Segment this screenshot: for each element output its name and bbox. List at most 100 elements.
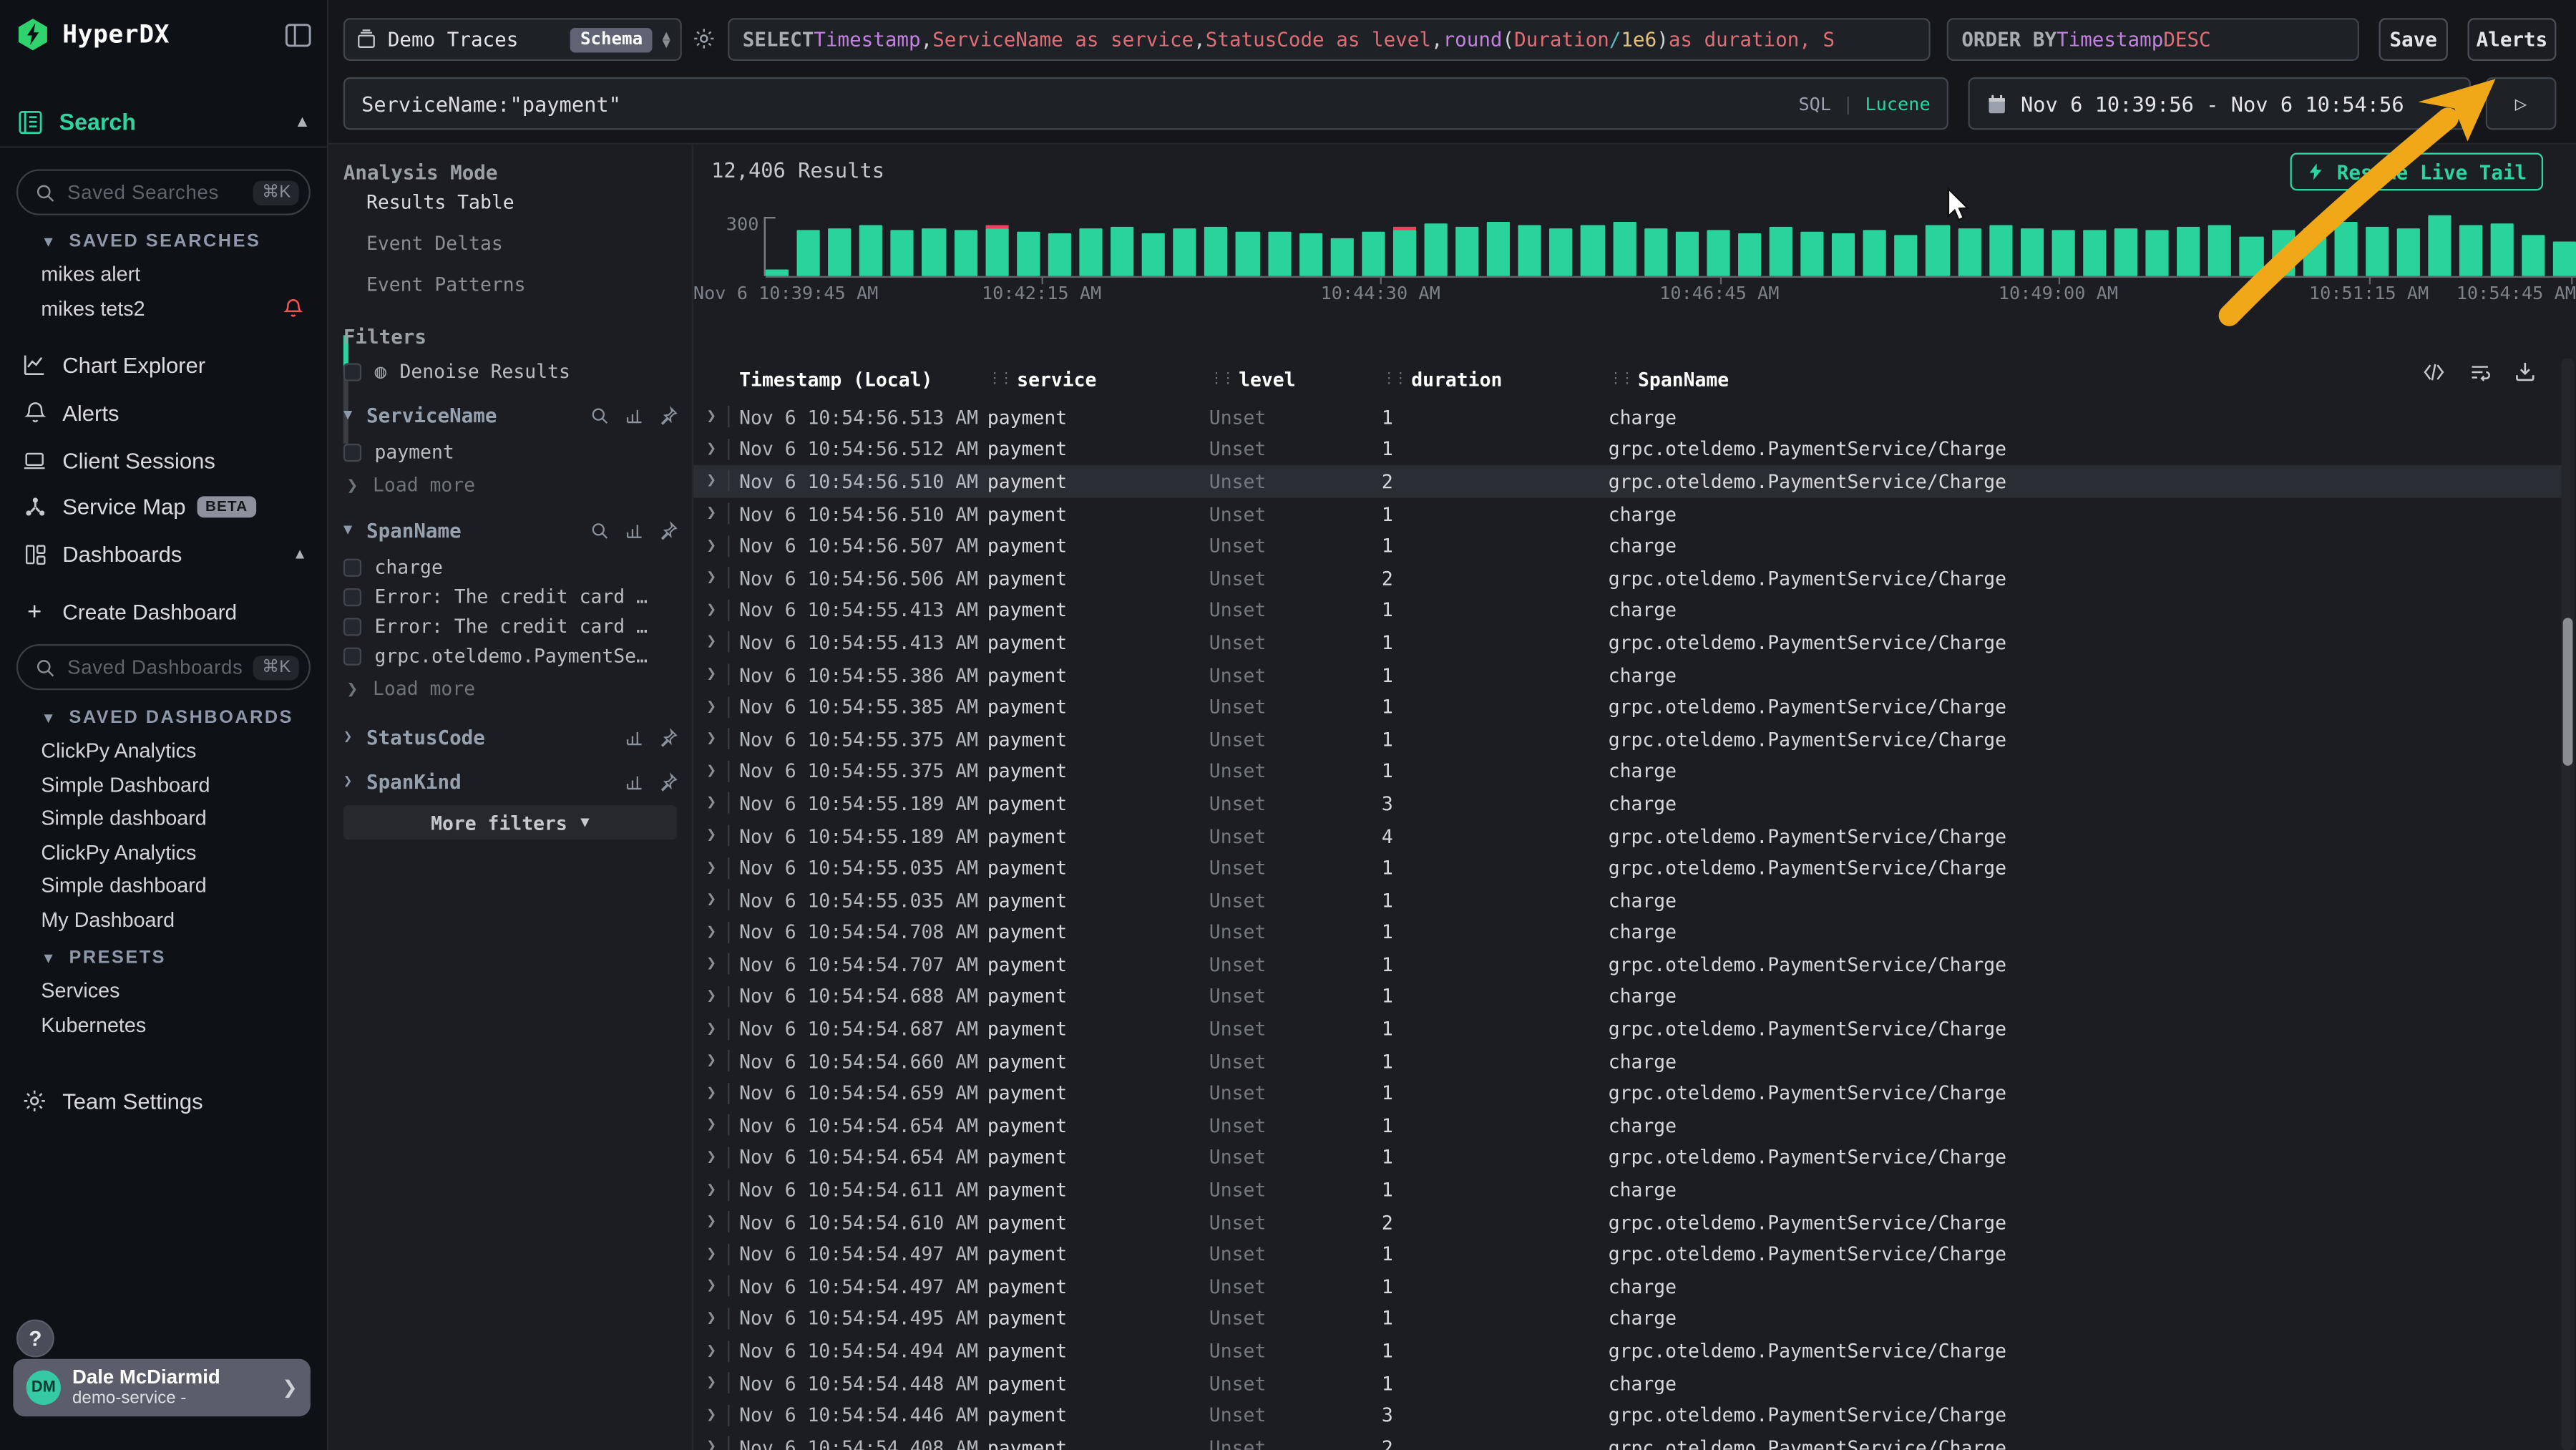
filter-group-spanname[interactable]: ▼SpanName xyxy=(343,520,678,542)
expand-row-icon[interactable]: ❯ xyxy=(706,890,729,911)
histogram-bar[interactable] xyxy=(1613,222,1636,276)
source-select[interactable]: Demo Traces Schema ▲▼ xyxy=(343,18,682,61)
language-lucene-option[interactable]: Lucene xyxy=(1865,93,1930,115)
histogram-bar[interactable] xyxy=(2271,230,2294,276)
alerts-button[interactable]: Alerts xyxy=(2467,18,2556,61)
table-row[interactable]: ❯Nov 6 10:54:56.513 AMpaymentUnset1charg… xyxy=(693,401,2566,433)
histogram-bar[interactable] xyxy=(2020,228,2043,276)
presets-section[interactable]: ▼ PRESETS xyxy=(41,948,166,968)
table-row[interactable]: ❯Nov 6 10:54:55.385 AMpaymentUnset1grpc.… xyxy=(693,691,2566,723)
saved-dashboard-item[interactable]: My Dashboard xyxy=(0,903,327,937)
histogram-bar[interactable] xyxy=(1863,230,1886,276)
histogram-bar[interactable] xyxy=(1832,233,1855,276)
table-row[interactable]: ❯Nov 6 10:54:54.446 AMpaymentUnset3grpc.… xyxy=(693,1399,2566,1431)
sidebar-item-alerts[interactable]: Alerts xyxy=(0,393,327,432)
help-button[interactable]: ? xyxy=(16,1320,54,1358)
saved-search-item[interactable]: mikes tets2 xyxy=(0,292,327,326)
search-icon[interactable] xyxy=(590,521,610,541)
filter-group-servicename[interactable]: ▼ServiceName xyxy=(343,404,678,427)
histogram-bar[interactable] xyxy=(859,225,882,276)
histogram-bar[interactable] xyxy=(2051,230,2074,276)
histogram-bar[interactable] xyxy=(829,228,852,276)
expand-row-icon[interactable]: ❯ xyxy=(706,535,729,557)
expand-row-icon[interactable]: ❯ xyxy=(706,1308,729,1329)
denoise-checkbox[interactable] xyxy=(343,362,361,380)
expand-row-icon[interactable]: ❯ xyxy=(706,503,729,525)
sidebar-item-search[interactable]: Search ▲ xyxy=(16,102,311,141)
expand-row-icon[interactable]: ❯ xyxy=(706,632,729,653)
histogram-bar[interactable] xyxy=(1424,223,1447,276)
select-sql-input[interactable]: SELECT Timestamp, ServiceName as service… xyxy=(728,18,1931,61)
histogram-bar[interactable] xyxy=(1079,228,1102,276)
histogram-bar[interactable] xyxy=(1111,227,1133,276)
table-row[interactable]: ❯Nov 6 10:54:56.510 AMpaymentUnset1charg… xyxy=(693,497,2566,530)
histogram-bar[interactable] xyxy=(1738,233,1761,276)
expand-row-icon[interactable]: ❯ xyxy=(706,761,729,782)
user-menu[interactable]: DM Dale McDiarmid demo-service - ❯ xyxy=(13,1359,311,1416)
histogram-bar[interactable] xyxy=(1142,233,1165,276)
column-header-timestamp-local-[interactable]: Timestamp (Local) xyxy=(739,368,987,391)
table-row[interactable]: ❯Nov 6 10:54:54.660 AMpaymentUnset1charg… xyxy=(693,1045,2566,1077)
expand-row-icon[interactable]: ❯ xyxy=(706,1436,729,1450)
collapse-sidebar-icon[interactable] xyxy=(283,19,314,50)
column-header-duration[interactable]: ⋮⋮duration xyxy=(1382,368,1609,391)
chart-icon[interactable] xyxy=(624,406,644,426)
drag-handle-icon[interactable]: ⋮⋮ xyxy=(1382,371,1405,388)
histogram-bar[interactable] xyxy=(1801,232,1824,276)
filter-value-row[interactable]: Error: The credit card … xyxy=(343,585,678,608)
column-header-level[interactable]: ⋮⋮level xyxy=(1209,368,1382,391)
drag-handle-icon[interactable]: ⋮⋮ xyxy=(1609,371,1631,388)
histogram-bar[interactable] xyxy=(1770,227,1792,276)
drag-handle-icon[interactable]: ⋮⋮ xyxy=(987,371,1010,388)
expand-row-icon[interactable]: ❯ xyxy=(706,793,729,814)
expand-row-icon[interactable]: ❯ xyxy=(706,439,729,460)
table-row[interactable]: ❯Nov 6 10:54:54.495 AMpaymentUnset1charg… xyxy=(693,1303,2566,1335)
histogram-bar[interactable] xyxy=(2522,235,2545,276)
filter-value-row[interactable]: Error: The credit card … xyxy=(343,615,678,638)
saved-searches-input[interactable]: Saved Searches ⌘K xyxy=(16,169,311,215)
histogram-bar[interactable] xyxy=(1236,231,1259,276)
saved-dashboard-item[interactable]: Simple dashboard xyxy=(0,802,327,835)
table-row[interactable]: ❯Nov 6 10:54:54.611 AMpaymentUnset1charg… xyxy=(693,1174,2566,1206)
table-row[interactable]: ❯Nov 6 10:54:54.497 AMpaymentUnset1grpc.… xyxy=(693,1238,2566,1270)
table-row[interactable]: ❯Nov 6 10:54:54.654 AMpaymentUnset1grpc.… xyxy=(693,1142,2566,1174)
table-row[interactable]: ❯Nov 6 10:54:54.688 AMpaymentUnset1charg… xyxy=(693,981,2566,1013)
table-row[interactable]: ❯Nov 6 10:54:54.610 AMpaymentUnset2grpc.… xyxy=(693,1206,2566,1238)
expand-row-icon[interactable]: ❯ xyxy=(706,1082,729,1104)
expand-row-icon[interactable]: ❯ xyxy=(706,954,729,975)
drag-handle-icon[interactable]: ⋮⋮ xyxy=(1209,371,1232,388)
table-row[interactable]: ❯Nov 6 10:54:54.448 AMpaymentUnset1charg… xyxy=(693,1367,2566,1399)
histogram-bar[interactable] xyxy=(2208,225,2231,276)
preset-item[interactable]: Services xyxy=(0,974,327,1008)
histogram-bar[interactable] xyxy=(1518,225,1541,276)
saved-dashboard-item[interactable]: ClickPy Analytics xyxy=(0,734,327,768)
histogram-bar[interactable] xyxy=(1581,225,1604,276)
saved-search-item[interactable]: mikes alert xyxy=(0,258,327,291)
table-row[interactable]: ❯Nov 6 10:54:55.035 AMpaymentUnset1grpc.… xyxy=(693,852,2566,884)
histogram-bar[interactable] xyxy=(1330,238,1353,276)
table-row[interactable]: ❯Nov 6 10:54:56.506 AMpaymentUnset2grpc.… xyxy=(693,562,2566,594)
histogram-bar[interactable] xyxy=(2554,243,2576,276)
tab-results-table[interactable]: Results Table xyxy=(366,190,514,213)
filter-value-row[interactable]: charge xyxy=(343,555,678,578)
expand-row-icon[interactable]: ❯ xyxy=(706,729,729,750)
histogram-bar[interactable] xyxy=(1926,225,1949,276)
more-filters-button[interactable]: More filters ▼ xyxy=(343,805,677,840)
load-more-button[interactable]: ❯Load more xyxy=(346,473,475,496)
histogram-bar[interactable] xyxy=(1644,228,1667,276)
expand-row-icon[interactable]: ❯ xyxy=(706,1179,729,1200)
histogram-bar[interactable] xyxy=(954,230,977,276)
sidebar-item-chart-explorer[interactable]: Chart Explorer xyxy=(0,345,327,384)
histogram-bar[interactable] xyxy=(2366,227,2389,276)
column-header-spanname[interactable]: ⋮⋮SpanName xyxy=(1609,368,2567,391)
histogram-bar[interactable] xyxy=(1989,225,2012,276)
saved-dashboard-item[interactable]: Simple Dashboard xyxy=(0,768,327,802)
table-row[interactable]: ❯Nov 6 10:54:55.386 AMpaymentUnset1charg… xyxy=(693,658,2566,691)
histogram-bar[interactable] xyxy=(1455,227,1478,276)
table-row[interactable]: ❯Nov 6 10:54:54.707 AMpaymentUnset1grpc.… xyxy=(693,948,2566,981)
table-row[interactable]: ❯Nov 6 10:54:54.408 AMpaymentUnset2grpc.… xyxy=(693,1431,2566,1450)
search-query-input[interactable]: ServiceName:"payment" SQL | Lucene xyxy=(343,77,1948,130)
expand-row-icon[interactable]: ❯ xyxy=(706,664,729,686)
results-histogram[interactable]: 300 Nov 6 10:39:45 AM10:42:15 AM10:44:30… xyxy=(693,204,2576,283)
histogram-bar[interactable] xyxy=(2428,215,2451,276)
